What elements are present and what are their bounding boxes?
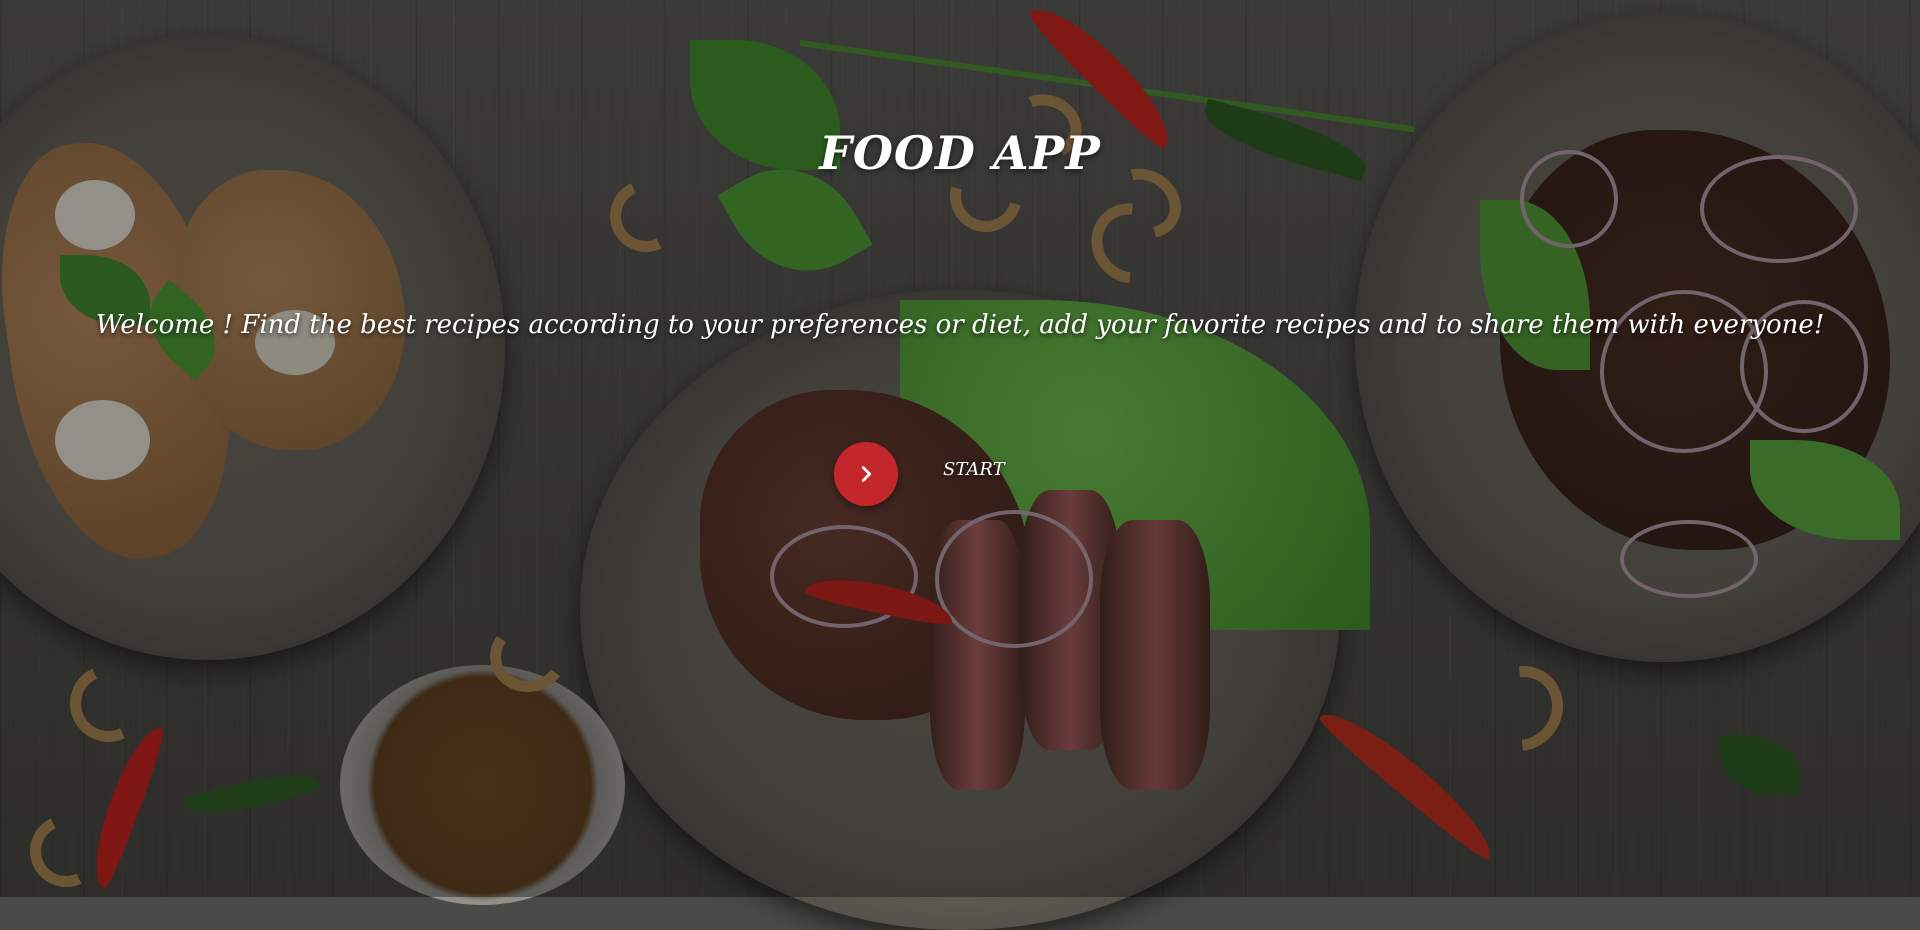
welcome-text: Welcome ! Find the best recipes accordin…: [95, 310, 1825, 340]
start-button[interactable]: [834, 442, 898, 506]
start-label[interactable]: START: [943, 459, 1005, 480]
chevron-right-icon: [855, 463, 877, 485]
app-title: FOOD APP: [819, 126, 1101, 180]
